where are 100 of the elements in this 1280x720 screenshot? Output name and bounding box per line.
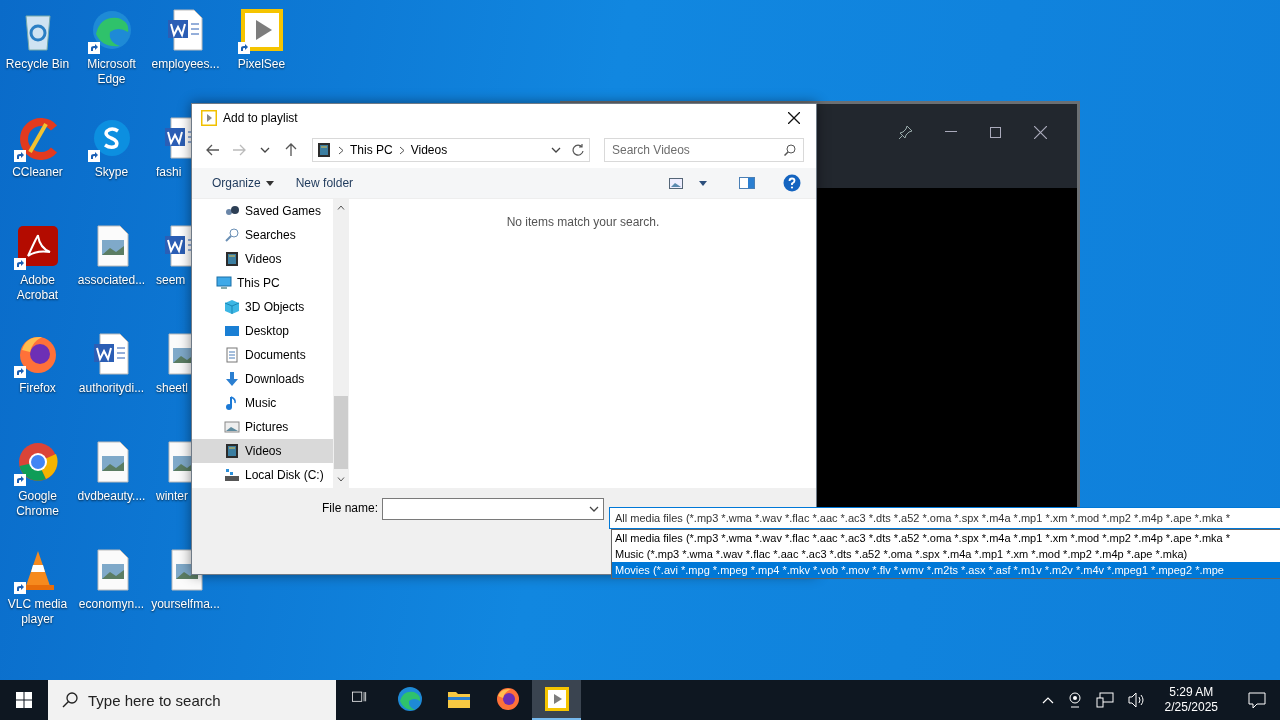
desktop-shortcut[interactable]: Firefox: [0, 330, 75, 396]
search-field[interactable]: Search Videos: [604, 138, 804, 162]
shortcut-label: PixelSee: [237, 57, 286, 72]
view-icon: [669, 177, 683, 189]
search-icon: [62, 692, 78, 708]
shortcut-arrow-icon: [13, 150, 26, 162]
desktop-shortcut[interactable]: Skype: [74, 114, 149, 180]
tree-item[interactable]: Music: [192, 391, 333, 415]
left-arrow-icon: [206, 144, 220, 156]
close-icon: [788, 112, 800, 124]
shortcut-label: seem: [155, 273, 186, 288]
shortcut-label: sheetl: [155, 381, 189, 396]
empty-message: No items match your search.: [506, 215, 660, 229]
new-folder-button[interactable]: New folder: [287, 173, 362, 193]
tree-item[interactable]: Downloads: [192, 367, 333, 391]
tree-item[interactable]: Pictures: [192, 415, 333, 439]
picture-icon: [224, 419, 240, 435]
shortcut-label: VLC media player: [6, 597, 69, 627]
right-arrow-icon: [232, 144, 246, 156]
shortcut-label: dvdbeauty....: [77, 489, 146, 504]
caret-icon: [265, 180, 274, 186]
tree-item[interactable]: 3D Objects: [192, 295, 333, 319]
scrollbar-thumb[interactable]: [334, 396, 348, 469]
speaker-icon: [1127, 692, 1146, 708]
file-name-field[interactable]: [382, 498, 604, 520]
shortcut-label: economyn...: [78, 597, 145, 612]
monitor-icon: [224, 323, 240, 339]
shortcut-label: winter: [155, 489, 188, 504]
desktop-shortcut[interactable]: associated...: [74, 222, 149, 288]
shortcut-arrow-icon: [237, 42, 250, 54]
desktop-shortcut[interactable]: Recycle Bin: [0, 6, 75, 72]
search-icon: [224, 227, 240, 243]
computer-icon: [216, 275, 232, 291]
desktop-shortcut[interactable]: CCleaner: [0, 114, 75, 180]
desktop-shortcut[interactable]: dvdbeauty....: [74, 438, 149, 504]
scroll-down-icon: [337, 477, 345, 482]
tree-item[interactable]: Desktop: [192, 319, 333, 343]
chevron-right-icon: [338, 145, 344, 155]
minimize-icon: [944, 131, 957, 133]
shortcut-label: employees...: [151, 57, 220, 72]
shortcut-arrow-icon: [13, 474, 26, 486]
tree-item[interactable]: Videos: [192, 439, 333, 463]
close-icon: [1034, 125, 1047, 139]
desktop-shortcut[interactable]: VLC media player: [0, 546, 75, 627]
film-icon: [224, 251, 240, 267]
file-type-option[interactable]: Movies (*.avi *.mpg *.mpeg *.mp4 *.mkv *.vob *.mov *.flv *.wmv *.m2ts *.asx *.asf *.m1v *.m2v *.m4v *.mpeg1 *.mpeg2 *.mpe: [612, 562, 1280, 578]
browser-wave-icon: [396, 686, 423, 712]
shortcut-arrow-icon: [13, 582, 26, 594]
clock[interactable]: 5:29 AM 2/25/2025: [1156, 685, 1226, 715]
shortcut-label: Skype: [94, 165, 129, 180]
scroll-up-icon: [337, 205, 345, 210]
shortcut-label: Microsoft Edge: [86, 57, 137, 87]
organize-button[interactable]: Organize: [204, 173, 282, 193]
shortcut-arrow-icon: [13, 258, 26, 270]
taskbar-search-field[interactable]: Type here to search: [48, 680, 336, 720]
desktop-shortcut[interactable]: employees...: [148, 6, 223, 72]
address-bar[interactable]: This PC Videos: [312, 138, 590, 162]
tree-item[interactable]: Saved Games: [192, 199, 333, 223]
address-dropdown-icon: [551, 147, 561, 153]
pin-icon: [897, 124, 914, 140]
play-logo-icon: [543, 686, 570, 712]
chevron-right-icon: [398, 145, 405, 155]
shortcut-label: CCleaner: [12, 165, 63, 180]
desktop-shortcut[interactable]: economyn...: [74, 546, 149, 612]
scrollbar[interactable]: [333, 199, 349, 488]
chevron-down-icon: [260, 147, 270, 153]
fox-globe-icon: [494, 686, 521, 712]
file-name-label: File name:: [320, 500, 378, 515]
desktop-shortcut[interactable]: PixelSee: [224, 6, 299, 72]
tree-item[interactable]: Documents: [192, 343, 333, 367]
maximize-icon: [990, 126, 1001, 138]
shortcut-arrow-icon: [87, 150, 100, 162]
film-icon: [224, 443, 240, 459]
windows-logo-icon: [16, 692, 32, 708]
chevron-down-icon: [589, 506, 599, 512]
play-logo-icon: [201, 110, 217, 126]
search-icon: [784, 144, 796, 156]
desktop-shortcut[interactable]: Microsoft Edge: [74, 6, 149, 87]
file-type-dropdown[interactable]: All media files (*.mp3 *.wma *.wav *.flac *.aac *.ac3 *.dts *.a52 *.oma *.spx *.m4a *.mp1 *.xm *.mod *.mp2 *.m4p *.ape *.mka *: [609, 507, 1280, 529]
window-title: Add to playlist: [223, 111, 299, 125]
help-icon: [783, 174, 801, 192]
tree-item[interactable]: This PC: [192, 271, 333, 295]
pdf-app-icon: [15, 224, 60, 268]
tree-item[interactable]: Searches: [192, 223, 333, 247]
webcam-icon: [1067, 692, 1082, 708]
breadcrumb-item[interactable]: Videos: [410, 143, 448, 157]
taskbar-app-button[interactable]: [532, 680, 581, 720]
film-icon: [316, 142, 332, 158]
clock-time: 5:29 AM: [1169, 685, 1214, 700]
desktop-shortcut[interactable]: Adobe Acrobat: [0, 222, 75, 303]
shortcut-label: associated...: [77, 273, 146, 288]
shortcut-label: Adobe Acrobat: [15, 273, 60, 303]
tree-item[interactable]: Videos: [192, 247, 333, 271]
desktop-shortcut[interactable]: Google Chrome: [0, 438, 75, 519]
download-arrow-icon: [224, 371, 240, 387]
desktop-shortcut[interactable]: authoritydi...: [74, 330, 149, 396]
breadcrumb-item[interactable]: This PC: [350, 143, 393, 157]
tree-item[interactable]: Local Disk (C:): [192, 463, 333, 487]
shortcut-label: fashi: [155, 165, 182, 180]
clock-date: 2/25/2025: [1164, 700, 1218, 715]
